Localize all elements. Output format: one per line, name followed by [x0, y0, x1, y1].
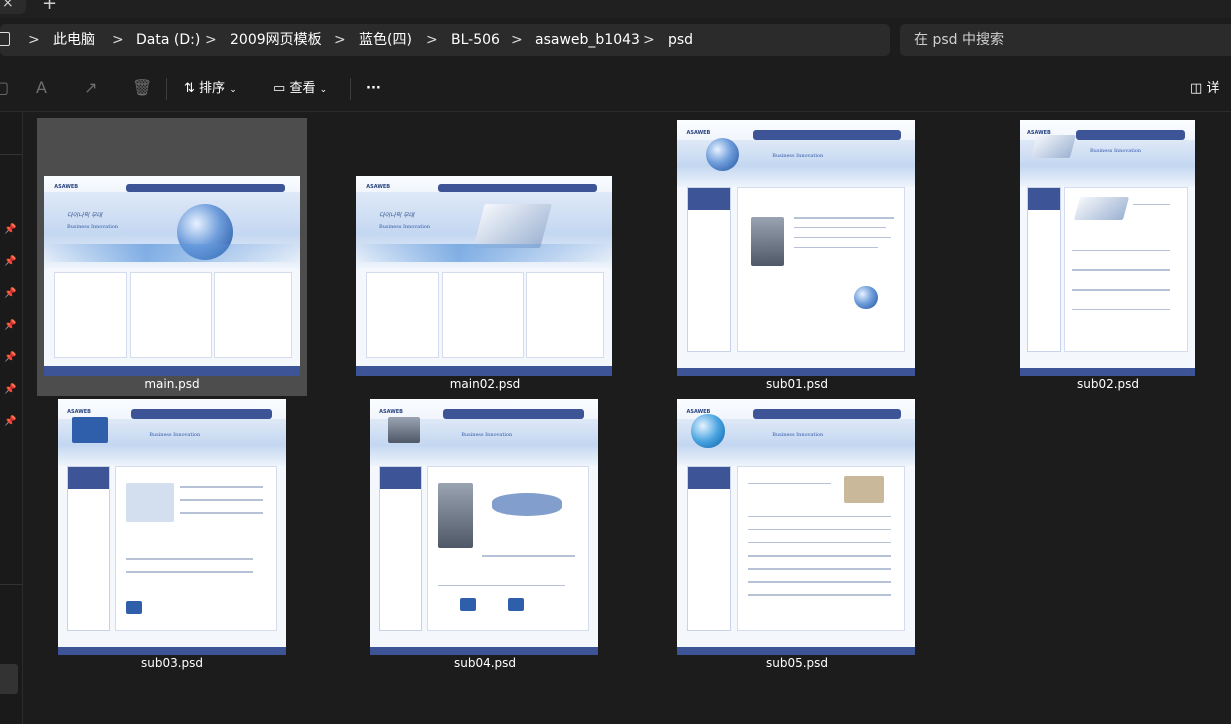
breadcrumb-item[interactable]: asaweb_b1043: [535, 24, 640, 56]
thumb-logo: ASAWEB: [379, 409, 403, 416]
file-name: sub04.psd: [453, 656, 517, 670]
thumb-logo: ASAWEB: [54, 184, 79, 190]
toolbar-divider: [350, 78, 351, 100]
breadcrumb-item[interactable]: psd: [668, 24, 693, 56]
close-tab-icon[interactable]: ×: [2, 0, 14, 11]
file-tile-sub03[interactable]: ASAWEB Business Innovation sub03.psd: [37, 397, 307, 675]
thumb-tagline: Business Innovation: [67, 224, 119, 230]
thumb-tagline: Business Innovation: [772, 153, 824, 160]
thumb-script: 다이나믹 무대: [67, 212, 103, 219]
file-thumbnail: ASAWEB 다이나믹 무대 Business Innovation: [44, 176, 300, 376]
breadcrumb-item[interactable]: 2009网页模板: [230, 24, 322, 56]
file-tile-main[interactable]: ASAWEB 다이나믹 무대 Business Innovation main.…: [37, 118, 307, 396]
nav-divider: [0, 154, 22, 155]
search-input[interactable]: 在 psd 中搜索: [914, 24, 1004, 56]
details-label: 详: [1206, 81, 1220, 96]
details-pane-icon: ◫: [1190, 81, 1203, 96]
thumb-tagline: Business Innovation: [379, 224, 431, 230]
pin-icon[interactable]: 📌: [4, 384, 16, 395]
nav-item-selected[interactable]: [0, 664, 18, 694]
file-name: sub01.psd: [765, 377, 829, 391]
file-name: main02.psd: [449, 377, 521, 391]
thumb-logo: ASAWEB: [686, 130, 711, 137]
tab[interactable]: ×: [0, 0, 26, 14]
breadcrumb-item[interactable]: 此电脑: [53, 24, 95, 56]
chevron-right-icon[interactable]: >: [28, 24, 40, 56]
command-bar: ▢ A ↗ 🗑 ⇅ 排序 ⌄ ▭ 查看 ⌄ ··· ◫ 详: [0, 66, 1231, 112]
pin-icon[interactable]: 📌: [4, 352, 16, 363]
view-button[interactable]: ▭ 查看 ⌄: [273, 76, 327, 102]
file-thumbnail: ASAWEB Business Innovation: [677, 399, 915, 655]
address-bar[interactable]: > 此电脑 > Data (D:) > 2009网页模板 > 蓝色(四) > B…: [0, 24, 890, 56]
copy-icon[interactable]: ▢: [0, 78, 9, 97]
share-icon[interactable]: ↗: [84, 78, 97, 97]
breadcrumb-item[interactable]: Data (D:): [136, 24, 200, 56]
file-thumbnail: ASAWEB Business Innovation: [58, 399, 286, 655]
thumb-logo: ASAWEB: [366, 184, 391, 190]
file-name: sub03.psd: [140, 656, 204, 670]
pin-icon[interactable]: 📌: [4, 256, 16, 267]
chevron-right-icon[interactable]: >: [511, 24, 523, 56]
file-tile-sub02[interactable]: ASAWEB Business Innovation sub02.psd: [973, 118, 1231, 396]
breadcrumb-item[interactable]: 蓝色(四): [359, 24, 412, 56]
thumb-tagline: Business Innovation: [149, 432, 201, 439]
delete-icon[interactable]: 🗑: [132, 78, 152, 97]
nav-divider: [0, 584, 22, 585]
sort-label: 排序: [199, 81, 226, 96]
chevron-right-icon[interactable]: >: [112, 24, 124, 56]
file-tile-sub05[interactable]: ASAWEB Business Innovation sub05.psd: [662, 397, 932, 675]
thumb-tagline: Business Innovation: [461, 432, 513, 439]
thumb-tagline: Business Innovation: [1090, 148, 1142, 155]
more-options-button[interactable]: ···: [366, 76, 381, 102]
thumb-logo: ASAWEB: [686, 409, 711, 416]
chevron-right-icon[interactable]: >: [334, 24, 346, 56]
file-tile-sub04[interactable]: ASAWEB Business Innovation sub04.psd: [350, 397, 620, 675]
file-name: sub05.psd: [765, 656, 829, 670]
file-thumbnail: ASAWEB Business Innovation: [370, 399, 598, 655]
pin-icon[interactable]: 📌: [4, 416, 16, 427]
file-name: sub02.psd: [1076, 377, 1140, 391]
thumb-script: 다이나믹 무대: [379, 212, 415, 219]
new-tab-icon[interactable]: +: [42, 0, 57, 14]
file-name: main.psd: [144, 377, 200, 391]
sort-button[interactable]: ⇅ 排序 ⌄: [184, 76, 237, 102]
rename-icon[interactable]: A: [36, 78, 47, 97]
file-thumbnail: ASAWEB Business Innovation: [1020, 120, 1195, 376]
toolbar-divider: [166, 78, 167, 100]
chevron-right-icon[interactable]: >: [643, 24, 655, 56]
pin-icon[interactable]: 📌: [4, 288, 16, 299]
toolbar-divider-line: [0, 111, 1231, 112]
thumb-logo: ASAWEB: [1027, 130, 1051, 137]
breadcrumb-item[interactable]: BL-506: [451, 24, 500, 56]
navigation-pane: 📌 📌 📌 📌 📌 📌 📌: [0, 112, 23, 724]
sort-icon: ⇅: [184, 81, 195, 96]
thumb-tagline: Business Innovation: [772, 432, 824, 439]
chevron-down-icon: ⌄: [319, 85, 328, 95]
view-icon: ▭: [273, 81, 286, 96]
file-tile-sub01[interactable]: ASAWEB Business Innovation sub01.psd: [662, 118, 932, 396]
computer-icon: [0, 32, 10, 46]
title-bar: × +: [0, 0, 1231, 18]
view-label: 查看: [289, 81, 316, 96]
search-box[interactable]: 在 psd 中搜索: [900, 24, 1231, 56]
chevron-down-icon: ⌄: [229, 85, 237, 95]
chevron-right-icon[interactable]: >: [205, 24, 217, 56]
chevron-right-icon[interactable]: >: [426, 24, 438, 56]
thumb-logo: ASAWEB: [67, 409, 91, 416]
file-thumbnail: ASAWEB 다이나믹 무대 Business Innovation: [356, 176, 612, 376]
file-tile-main02[interactable]: ASAWEB 다이나믹 무대 Business Innovation main0…: [350, 118, 620, 396]
details-button[interactable]: ◫ 详: [1190, 76, 1219, 102]
pin-icon[interactable]: 📌: [4, 224, 16, 235]
pin-icon[interactable]: 📌: [4, 320, 16, 331]
file-thumbnail: ASAWEB Business Innovation: [677, 120, 915, 376]
